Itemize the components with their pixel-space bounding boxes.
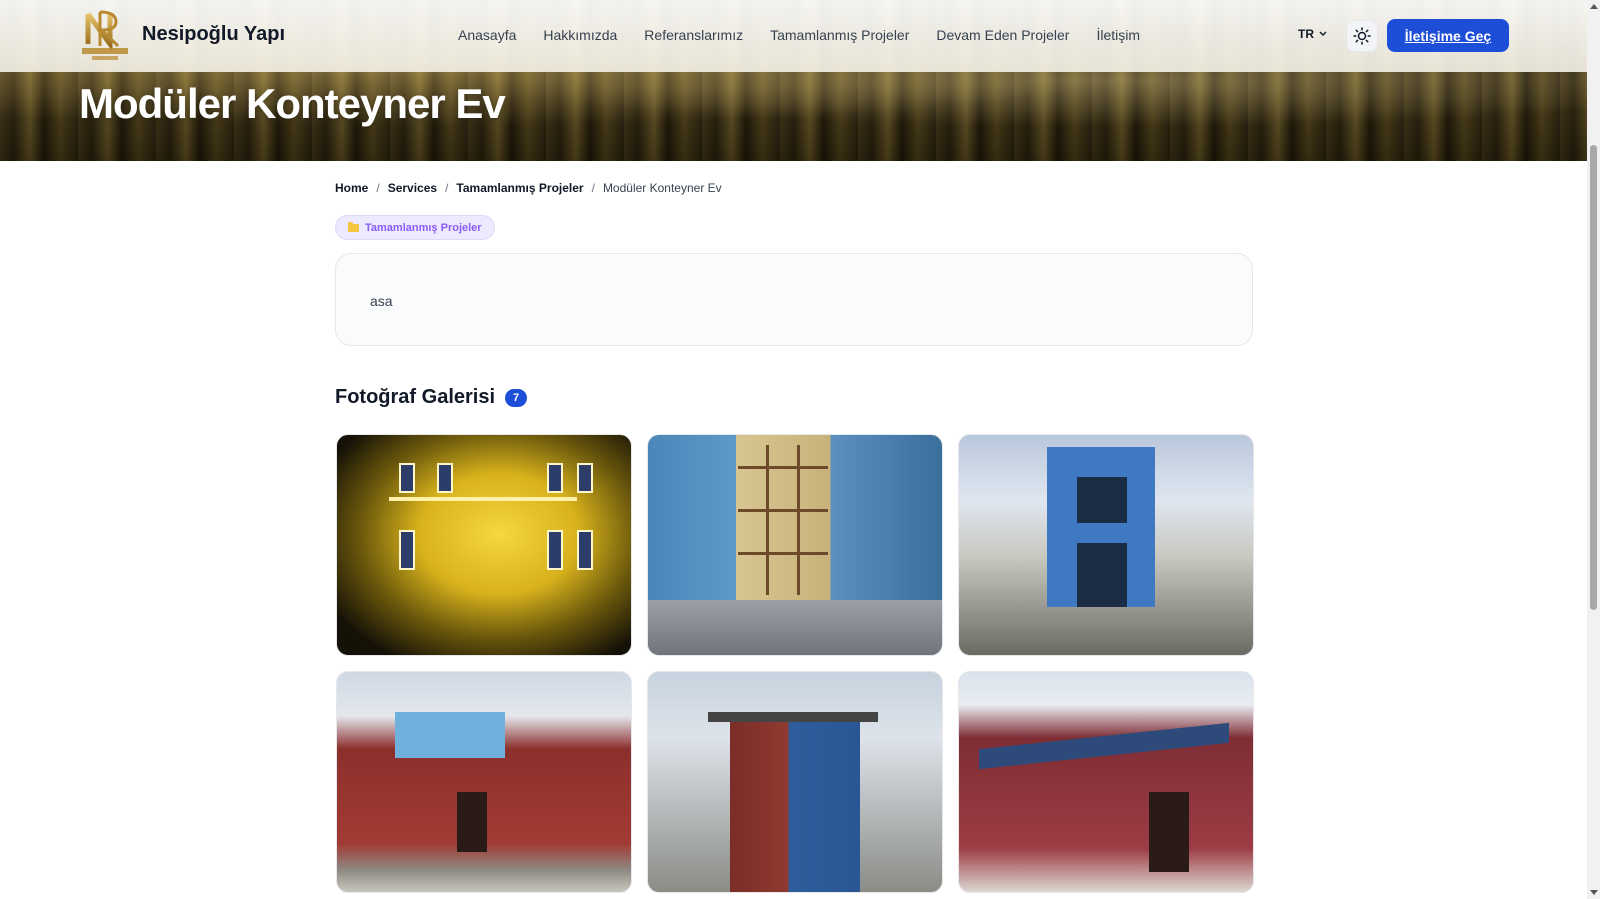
nav-contact[interactable]: İletişim: [1096, 27, 1140, 43]
breadcrumb-separator: /: [376, 181, 380, 195]
scroll-up-icon[interactable]: [1590, 4, 1598, 9]
scrollbar-thumb[interactable]: [1590, 145, 1597, 610]
contact-cta-button[interactable]: İletişime Geç: [1387, 19, 1509, 52]
gallery-image[interactable]: [336, 671, 632, 893]
gallery-image[interactable]: [958, 671, 1254, 893]
page-title: Modüler Konteyner Ev: [79, 80, 506, 127]
gallery-heading: Fotoğraf Galerisi 7: [335, 386, 528, 409]
nav-ongoing-projects[interactable]: Devam Eden Projeler: [936, 27, 1069, 43]
breadcrumb-separator: /: [445, 181, 449, 195]
gallery-count-badge: 7: [505, 388, 528, 407]
gallery-image[interactable]: [647, 434, 943, 656]
category-badge[interactable]: Tamamlanmış Projeler: [335, 215, 495, 240]
nav-completed-projects[interactable]: Tamamlanmış Projeler: [770, 27, 909, 43]
folder-icon: [348, 221, 359, 232]
scroll-down-icon[interactable]: [1590, 890, 1598, 895]
nav-references[interactable]: Referanslarımız: [644, 27, 743, 43]
site-header: Nesipoğlu Yapı Anasayfa Hakkımızda Refer…: [0, 0, 1587, 72]
breadcrumb-home[interactable]: Home: [335, 181, 368, 195]
language-select[interactable]: TR: [1298, 27, 1327, 41]
breadcrumb-current: Modüler Konteyner Ev: [602, 181, 722, 195]
breadcrumb-services[interactable]: Services: [388, 181, 437, 195]
brand-name[interactable]: Nesipoğlu Yapı: [142, 23, 285, 46]
breadcrumb-category[interactable]: Tamamlanmış Projeler: [456, 181, 583, 195]
breadcrumb: Home / Services / Tamamlanmış Projeler /…: [335, 181, 722, 195]
page-scrollbar[interactable]: [1587, 0, 1600, 899]
chevron-down-icon: [1319, 31, 1327, 36]
nav-about[interactable]: Hakkımızda: [543, 27, 617, 43]
photo-gallery: [336, 434, 1254, 893]
breadcrumb-separator: /: [591, 181, 595, 195]
description-card: asa: [335, 253, 1253, 346]
gallery-image[interactable]: [958, 434, 1254, 656]
language-label: TR: [1298, 27, 1314, 41]
brand-logo[interactable]: [80, 8, 130, 62]
gallery-image[interactable]: [647, 671, 943, 893]
sun-icon: [1353, 27, 1371, 45]
main-nav: Anasayfa Hakkımızda Referanslarımız Tama…: [458, 27, 1167, 43]
nav-home[interactable]: Anasayfa: [458, 27, 516, 43]
category-badge-label: Tamamlanmış Projeler: [365, 221, 482, 234]
gallery-image[interactable]: [336, 434, 632, 656]
theme-toggle-button[interactable]: [1346, 20, 1378, 52]
description-text: asa: [370, 293, 393, 309]
gallery-title: Fotoğraf Galerisi: [335, 386, 496, 408]
